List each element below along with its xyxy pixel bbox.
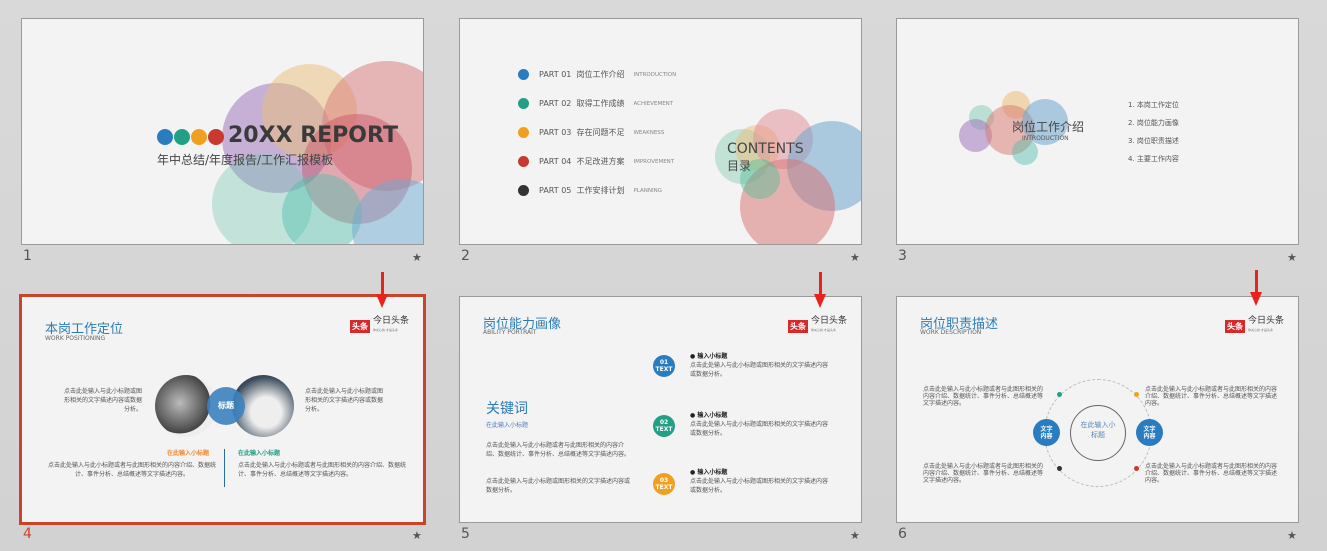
contents-title: CONTENTS [727,141,804,157]
section-list-item: 1. 本岗工作定位 [1128,101,1179,109]
chart-icon [518,98,529,109]
center-subtitle: 在此输入小标题 [1070,405,1126,461]
subtitle-left: 在此输入小标题 [167,450,210,457]
item-text: 点击此处输入与此小标题或图形相关的文字描述内容或数据分析。 [690,478,829,494]
section-title-en: INTRODUCTION [1022,135,1069,142]
animation-star-icon[interactable]: ★ [1287,529,1297,542]
description-top-left: 点击此处输入与此小标题或者与此图形相关的内容介绍、数据统计、事件分析、总结概述等… [923,386,1044,407]
decor-circle [282,174,362,244]
slide-thumbnail-5[interactable]: 岗位能力画像 ABILITY PORTRAIT 头条 今日头条 你关心的 才是头条 … [459,296,862,523]
body-left: 点击此处输入与此小标题或者与此图形相关的内容介绍、数据统计、事件分析、总结概述等… [47,462,216,478]
left-description: 点击此处输入与此小标题或图形相关的文字描述内容或数据分析。 [63,388,142,413]
contents-item: PART 01 岗位工作介绍 INTRODUCTION [518,69,676,80]
monitor-icon [518,69,529,80]
description-top-right: 点击此处输入与此小标题或者与此图形相关的内容介绍、数据统计、事件分析、总结概述等… [1145,386,1278,407]
dot-green [1057,392,1062,397]
right-description: 点击此处输入与此小标题或图形相关的文字描述内容或数据分析。 [305,388,384,413]
animation-star-icon[interactable]: ★ [850,529,860,542]
slide-number: 1 [23,248,32,264]
keyword-body-2: 点击此处输入与此小标题或图形相关的文字描述内容或数据分析。 [486,478,631,494]
item-badge-01: 01 TEXT [653,355,675,377]
dot-red [208,129,224,145]
contents-item: PART 04 不足改进方案 IMPROVEMENT [518,156,674,167]
animation-star-icon[interactable]: ★ [1287,251,1297,264]
slide-thumbnail-2[interactable]: PART 01 岗位工作介绍 INTRODUCTION PART 02 取得工作成… [459,18,862,245]
search-icon [518,156,529,167]
keyword-subtitle: 在此输入小标题 [486,422,529,429]
item-heading: ● 输入小标题 [690,469,728,476]
section-list-item: 2. 岗位能力画像 [1128,119,1179,127]
node-left: 文字内容 [1033,419,1060,446]
item-heading: ● 输入小标题 [690,412,728,419]
node-right: 文字内容 [1136,419,1163,446]
slide-title-en: WORK POSITIONING [45,335,106,342]
slide-thumbnail-3[interactable]: 岗位工作介绍 INTRODUCTION 1. 本岗工作定位 2. 岗位能力画像 … [896,18,1299,245]
calendar-icon [518,185,529,196]
dot-orange [191,129,207,145]
slide-number: 5 [461,526,470,542]
decor-circle [1012,139,1038,165]
warning-icon [518,127,529,138]
contents-item: PART 02 取得工作成绩 ACHIEVEMENT [518,98,673,109]
slide-number: 6 [898,526,907,542]
section-list-item: 4. 主要工作内容 [1128,155,1179,163]
section-list-item: 3. 岗位职责描述 [1128,137,1179,145]
contents-item: PART 03 存在问题不足 WEAKNESS [518,127,664,138]
body-right: 点击此处输入与此小标题或者与此图形相关的内容介绍、数据统计、事件分析、总结概述等… [238,462,407,478]
item-badge-03: 03 TEXT [653,473,675,495]
color-dots [157,129,224,145]
contents-item: PART 05 工作安排计划 PLANNING [518,185,662,196]
toutiao-logo: 头条 今日头条 你关心的 才是头条 [1225,316,1285,333]
keyword-body: 点击此处输入与此小标题或者与此图形相关的内容介绍、数据统计、事件分析、总结概述等… [486,442,631,458]
report-subtitle: 年中总结/年度报告/工作汇报模板 [157,153,334,167]
keyword-title: 关键词 [486,401,528,417]
item-text: 点击此处输入与此小标题或图形相关的文字描述内容或数据分析。 [690,362,829,378]
item-text: 点击此处输入与此小标题或图形相关的文字描述内容或数据分析。 [690,421,829,437]
animation-star-icon[interactable]: ★ [412,529,422,542]
center-title-badge: 标题 [207,387,245,425]
description-bottom-left: 点击此处输入与此小标题或者与此图形相关的内容介绍、数据统计、事件分析、总结概述等… [923,463,1044,484]
toutiao-logo: 头条 今日头条 你关心的 才是头条 [350,316,410,333]
slide-thumbnail-4-selected[interactable]: 本岗工作定位 WORK POSITIONING 头条 今日头条 你关心的 才是头条 … [19,294,426,525]
divider [224,449,225,487]
dot-red [1134,466,1139,471]
dot-green [174,129,190,145]
item-heading: ● 输入小标题 [690,353,728,360]
description-bottom-right: 点击此处输入与此小标题或者与此图形相关的内容介绍、数据统计、事件分析、总结概述等… [1145,463,1278,484]
slide-title-en: WORK DESCRIPTION [920,329,982,336]
slide-thumbnail-1[interactable]: 20XX REPORT 年中总结/年度报告/工作汇报模板 [21,18,424,245]
subtitle-right: 在此输入小标题 [238,450,281,457]
slide-number: 2 [461,248,470,264]
slide-thumbnail-6[interactable]: 岗位职责描述 WORK DESCRIPTION 头条 今日头条 你关心的 才是头条 … [896,296,1299,523]
contents-title-cn: 目录 [727,159,752,173]
dot-blue [157,129,173,145]
item-badge-02: 02 TEXT [653,415,675,437]
report-title: 20XX REPORT [228,123,398,148]
animation-star-icon[interactable]: ★ [850,251,860,264]
dot-orange [1134,392,1139,397]
slide-title-en: ABILITY PORTRAIT [483,329,537,336]
section-title: 岗位工作介绍 [1012,120,1085,134]
slide-number-selected: 4 [23,526,32,542]
slide-number: 3 [898,248,907,264]
toutiao-logo: 头条 今日头条 你关心的 才是头条 [788,316,848,333]
animation-star-icon[interactable]: ★ [412,251,422,264]
dot-dark [1057,466,1062,471]
